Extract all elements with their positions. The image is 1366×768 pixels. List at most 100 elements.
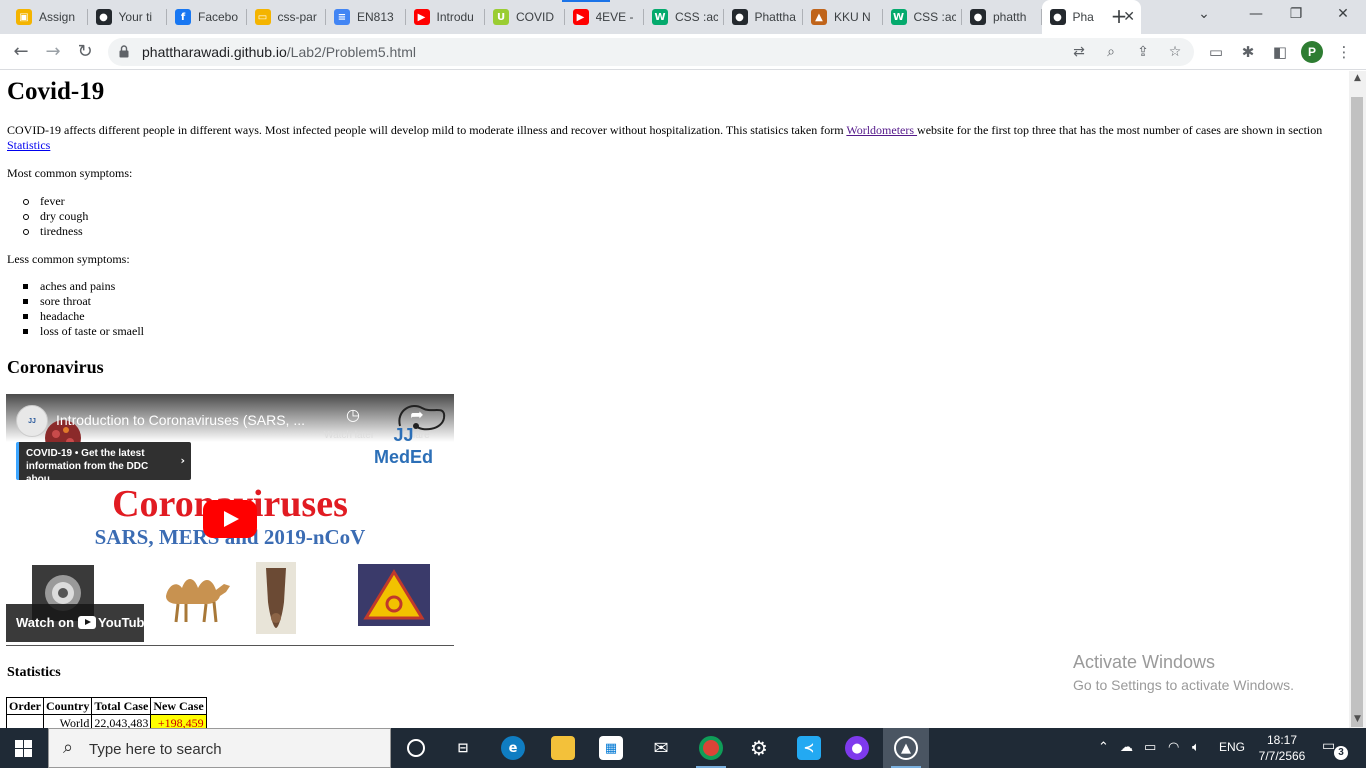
share-icon[interactable]: ⇪ [1134, 43, 1152, 61]
browser-tab[interactable]: U COVID [485, 0, 565, 34]
youtube-video-embed[interactable]: JJ MedEd Introduction to Coronaviruses (… [6, 394, 454, 642]
browser-tab[interactable]: ▶ 4EVE - [565, 0, 644, 34]
photos-glyph: ▲ [894, 736, 918, 760]
wifi-icon[interactable]: ◠ [1168, 740, 1179, 755]
facebook-icon: f [175, 9, 191, 25]
tab-title: phatth [993, 10, 1027, 24]
browser-tab[interactable]: ▣ Assign [8, 0, 88, 34]
windows-logo-pane [24, 740, 32, 748]
github-desktop-glyph: ● [845, 736, 869, 760]
side-panel-icon[interactable]: ◧ [1270, 42, 1290, 62]
watermark-title: Activate Windows [1073, 652, 1216, 672]
scroll-up-arrow-icon[interactable]: ▲ [1349, 71, 1366, 85]
bat-image [256, 562, 296, 634]
search-icon: ⌕ [63, 737, 74, 758]
windows-logo-pane [24, 749, 32, 757]
zoom-icon[interactable]: ⌕ [1102, 43, 1120, 61]
volume-icon[interactable]: 🔈︎ [1192, 740, 1200, 755]
browser-tab[interactable]: W CSS :ac [883, 0, 962, 34]
system-clock[interactable]: 18:17 7/7/2566 [1252, 732, 1312, 764]
browser-menu-icon[interactable]: ⋮ [1334, 42, 1354, 62]
github-icon: ● [1049, 9, 1066, 25]
cortana-icon[interactable] [393, 728, 439, 768]
onedrive-cloud-icon[interactable]: ☁ [1120, 740, 1133, 755]
play-button[interactable] [203, 500, 257, 538]
profile-avatar[interactable]: P [1301, 41, 1323, 63]
table-header-row: Order Country Total Case New Case [6, 697, 207, 715]
back-arrow-icon[interactable]: ← [9, 40, 33, 64]
github-desktop-icon[interactable]: ● [834, 728, 880, 768]
scrollbar-thumb[interactable] [1351, 97, 1363, 727]
chrome-icon[interactable] [688, 728, 734, 768]
vertical-scrollbar[interactable]: ▲ ▼ [1349, 71, 1366, 728]
browser-tab[interactable]: ▲ KKU N [803, 0, 883, 34]
extensions-puzzle-icon[interactable]: ✱ [1238, 42, 1258, 62]
worldometers-link[interactable]: Worldometers [846, 123, 917, 137]
clock-time: 18:17 [1266, 733, 1298, 747]
youtube-logo-icon [78, 616, 97, 629]
chevron-right-icon: › [180, 454, 185, 467]
browser-tab[interactable]: ≡ EN813 [326, 0, 406, 34]
chrome-glyph [699, 736, 723, 760]
video-title[interactable]: Introduction to Coronaviruses (SARS, ... [56, 412, 305, 428]
vscode-icon[interactable]: ≺ [786, 728, 832, 768]
column-header-order: Order [6, 697, 44, 715]
browser-tab[interactable]: ● Your ti [88, 0, 167, 34]
show-hidden-icons-chevron-icon[interactable]: ⌃ [1098, 740, 1109, 755]
store-glyph: ▦ [599, 736, 623, 760]
camel-image [166, 579, 230, 623]
column-header-country: Country [42, 697, 93, 715]
address-bar[interactable]: phattharawadi.github.io/Lab2/Problem5.ht… [108, 38, 1194, 66]
taskbar-search-box[interactable]: ⌕ Type here to search [48, 728, 391, 768]
settings-gear-icon[interactable]: ⚙ [736, 728, 782, 768]
google-classroom-icon: ▣ [16, 9, 32, 25]
battery-icon[interactable]: ▭ [1144, 740, 1156, 755]
microsoft-store-icon[interactable]: ▦ [588, 728, 634, 768]
gear-glyph: ⚙ [750, 736, 768, 760]
clock-icon[interactable]: ◷ [342, 404, 364, 426]
browser-tab[interactable]: W CSS :ac [644, 0, 724, 34]
reading-list-icon[interactable]: ▭ [1206, 42, 1226, 62]
browser-tab[interactable]: ▭ css-par [247, 0, 326, 34]
tab-title: KKU N [834, 10, 871, 24]
restore-button[interactable]: ❐ [1286, 6, 1306, 26]
file-explorer-icon[interactable] [540, 728, 586, 768]
task-view-icon[interactable]: ⊟ [440, 728, 486, 768]
close-window-button[interactable]: ✕ [1333, 6, 1353, 26]
mail-glyph: ✉ [653, 737, 669, 759]
statistics-link[interactable]: Statistics [7, 138, 50, 152]
mail-icon[interactable]: ✉ [638, 728, 684, 768]
browser-tab[interactable]: ▶ Introdu [406, 0, 485, 34]
photos-app-icon[interactable]: ▲ [883, 728, 929, 768]
vscode-glyph: ≺ [797, 736, 821, 760]
url-path: /Lab2/Problem5.html [286, 44, 416, 60]
edge-browser-icon[interactable]: e [490, 728, 536, 768]
url-text[interactable]: phattharawadi.github.io/Lab2/Problem5.ht… [142, 44, 416, 60]
tab-search-button[interactable]: ⌄ [1194, 6, 1214, 26]
channel-avatar[interactable]: JJ MedEd [16, 405, 48, 457]
forward-arrow-icon[interactable]: → [41, 40, 65, 64]
bookmark-star-icon[interactable]: ☆ [1166, 43, 1184, 61]
list-item: sore throat [23, 294, 144, 309]
minimize-button[interactable]: — [1246, 6, 1266, 26]
lock-icon[interactable] [119, 45, 129, 58]
notification-count-badge: 3 [1334, 746, 1348, 760]
action-center-icon[interactable]: ▭ 3 [1322, 738, 1348, 760]
intro-text-1: COVID-19 affects different people in dif… [7, 123, 847, 137]
new-tab-button[interactable]: + [1108, 6, 1130, 28]
scroll-down-arrow-icon[interactable]: ▼ [1349, 712, 1366, 726]
language-indicator[interactable]: ENG [1219, 740, 1245, 754]
cell-order [6, 714, 44, 728]
reload-icon[interactable]: ↻ [73, 40, 97, 64]
browser-tab[interactable]: f Facebo [167, 0, 247, 34]
browser-tab[interactable]: ● phatth [962, 0, 1042, 34]
channel-brand: JJ MedEd [374, 424, 433, 468]
start-button[interactable] [0, 728, 48, 768]
translate-icon[interactable]: ⇄ [1070, 43, 1088, 61]
watch-on-youtube-button[interactable]: Watch on YouTube [6, 604, 152, 642]
task-view-glyph: ⊟ [457, 740, 469, 756]
page-title: Covid-19 [7, 78, 105, 105]
browser-tab[interactable]: ● Phattha [724, 0, 803, 34]
watch-later-label[interactable]: Watch later [324, 430, 374, 441]
info-card[interactable]: COVID-19 • Get the latest information fr… [16, 442, 191, 485]
